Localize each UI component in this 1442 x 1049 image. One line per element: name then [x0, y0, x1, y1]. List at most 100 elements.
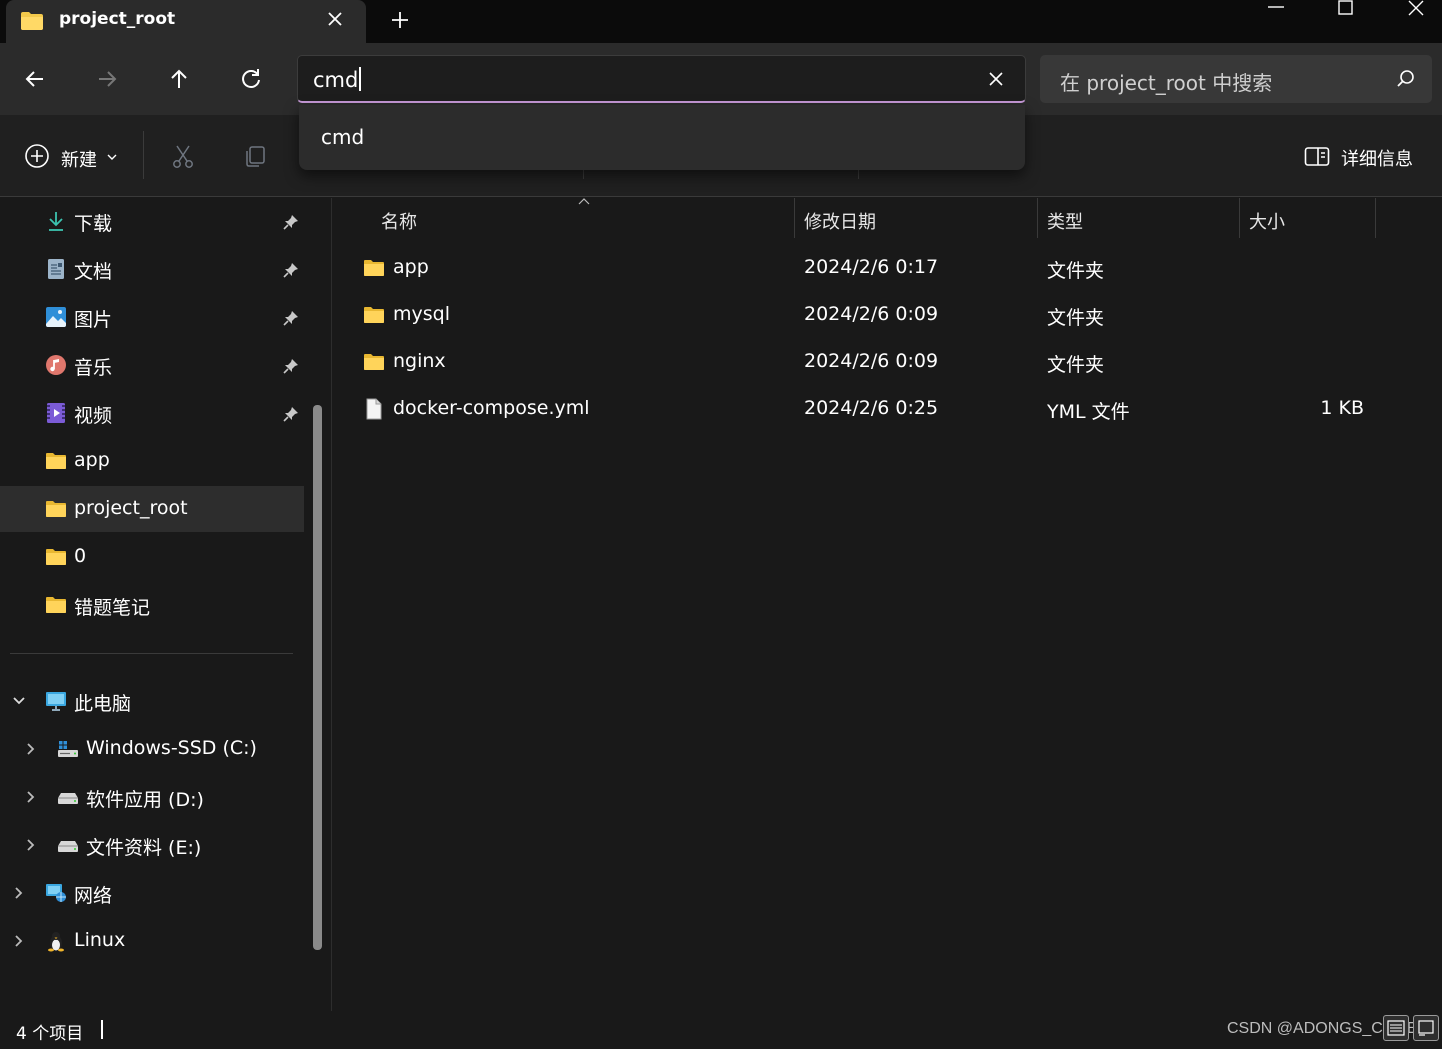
- sidebar-item-notes[interactable]: 错题笔记: [0, 582, 304, 628]
- tiles-view-button[interactable]: [1413, 1015, 1439, 1041]
- address-suggestions-dropdown: cmd: [299, 105, 1025, 170]
- file-date: 2024/2/6 0:09: [804, 303, 939, 325]
- file-size: 1 KB: [1320, 397, 1364, 419]
- pictures-icon: [46, 307, 66, 327]
- folder-icon: [46, 549, 66, 565]
- file-list: 名称 修改日期 类型 大小 app 2024/2/6 0:17 文件夹 mysq…: [333, 198, 1442, 1011]
- chevron-right-icon[interactable]: [24, 790, 38, 804]
- folder-icon: [46, 597, 66, 613]
- download-icon: [49, 212, 63, 231]
- sidebar-item-drive-e[interactable]: 文件资料 (E:): [0, 822, 304, 868]
- sidebar-item-pictures[interactable]: 图片: [0, 294, 304, 340]
- file-date: 2024/2/6 0:25: [804, 397, 939, 419]
- file-type: 文件夹: [1047, 354, 1105, 376]
- address-bar-input[interactable]: cmd: [297, 55, 1026, 103]
- file-row[interactable]: mysql 2024/2/6 0:09 文件夹: [333, 292, 1442, 338]
- sidebar-item-drive-c[interactable]: Windows-SSD (C:): [0, 726, 304, 772]
- search-placeholder[interactable]: 在 project_root 中搜索: [1060, 67, 1272, 96]
- close-window-icon[interactable]: [1400, 0, 1432, 18]
- chevron-right-icon[interactable]: [12, 886, 26, 900]
- cut-icon[interactable]: [170, 143, 196, 169]
- sidebar-item-app[interactable]: app: [0, 438, 304, 484]
- file-row[interactable]: app 2024/2/6 0:17 文件夹: [333, 245, 1442, 291]
- search-box[interactable]: 在 project_root 中搜索: [1040, 55, 1432, 103]
- document-icon: [48, 259, 64, 279]
- address-text[interactable]: cmd: [313, 67, 362, 92]
- copy-icon[interactable]: [242, 143, 268, 169]
- sidebar-item-music[interactable]: 音乐: [0, 342, 304, 388]
- list-view-icon: [1387, 1020, 1405, 1036]
- sidebar-item-label: 网络: [74, 885, 113, 907]
- computer-icon: [46, 692, 66, 711]
- pin-icon[interactable]: [282, 405, 300, 423]
- column-header-date[interactable]: 修改日期: [804, 208, 876, 234]
- column-header-type[interactable]: 类型: [1047, 208, 1083, 234]
- text-caret: [359, 67, 362, 91]
- chevron-right-icon[interactable]: [24, 838, 38, 852]
- sidebar-item-0[interactable]: 0: [0, 534, 304, 580]
- pin-icon[interactable]: [282, 261, 300, 279]
- sidebar-item-project-root[interactable]: project_root: [0, 486, 304, 532]
- sidebar-item-documents[interactable]: 文档: [0, 246, 304, 292]
- sidebar-item-label: 软件应用 (D:): [86, 789, 204, 811]
- search-icon[interactable]: [1396, 69, 1416, 89]
- folder-icon: [364, 260, 384, 276]
- suggestion-item[interactable]: cmd: [321, 125, 364, 149]
- column-divider[interactable]: [1375, 198, 1376, 238]
- sidebar-item-linux[interactable]: Linux: [0, 918, 304, 964]
- column-divider[interactable]: [1037, 198, 1038, 238]
- sidebar-item-videos[interactable]: 视频: [0, 390, 304, 436]
- file-date: 2024/2/6 0:17: [804, 256, 939, 278]
- file-type: YML 文件: [1047, 401, 1130, 423]
- column-header-name[interactable]: 名称: [381, 208, 417, 234]
- pin-icon[interactable]: [282, 309, 300, 327]
- sidebar-item-label: 此电脑: [74, 693, 132, 715]
- status-bar: 4 个项目 CSDN @ADONGS_CODER: [0, 1011, 1442, 1049]
- details-pane-icon: [1304, 147, 1330, 166]
- chevron-right-icon[interactable]: [24, 742, 38, 756]
- folder-icon: [364, 354, 384, 370]
- sidebar-item-downloads[interactable]: 下载: [0, 198, 304, 244]
- column-divider[interactable]: [794, 198, 795, 238]
- new-tab-icon[interactable]: [388, 8, 412, 32]
- title-bar: project_root: [0, 0, 1442, 43]
- refresh-icon[interactable]: [237, 65, 265, 93]
- tab-project-root[interactable]: project_root: [6, 0, 366, 43]
- folder-icon: [364, 307, 384, 323]
- file-row[interactable]: nginx 2024/2/6 0:09 文件夹: [333, 339, 1442, 385]
- back-arrow-icon[interactable]: [21, 65, 49, 93]
- preview-view-icon: [1418, 1020, 1434, 1036]
- close-tab-icon[interactable]: [324, 8, 346, 30]
- clear-address-icon[interactable]: [985, 68, 1007, 90]
- sidebar-item-label: 文档: [74, 261, 113, 283]
- details-view-button[interactable]: [1383, 1015, 1409, 1041]
- maximize-icon[interactable]: [1330, 0, 1362, 18]
- text-caret: [101, 1020, 103, 1039]
- column-header-size[interactable]: 大小: [1249, 208, 1285, 234]
- sidebar-item-label: app: [74, 449, 110, 471]
- file-name: mysql: [393, 303, 450, 325]
- details-pane-label: 详细信息: [1341, 149, 1413, 170]
- sort-ascending-icon: [578, 198, 590, 205]
- navigation-pane: 下载 文档 图片 音乐 视频 app project_root 0 错题笔记 此…: [0, 198, 332, 1011]
- chevron-down-icon[interactable]: [12, 694, 26, 708]
- music-icon: [46, 355, 66, 375]
- sidebar-item-this-pc[interactable]: 此电脑: [0, 678, 304, 724]
- sidebar-item-label: 0: [74, 545, 87, 567]
- minimize-icon[interactable]: [1260, 0, 1292, 18]
- sidebar-item-drive-d[interactable]: 软件应用 (D:): [0, 774, 304, 820]
- sidebar-item-network[interactable]: 网络: [0, 870, 304, 916]
- toolbar-divider: [143, 131, 144, 179]
- folder-icon: [21, 12, 43, 30]
- file-row[interactable]: docker-compose.yml 2024/2/6 0:25 YML 文件 …: [333, 386, 1442, 432]
- pin-icon[interactable]: [282, 357, 300, 375]
- sidebar-scrollbar[interactable]: [313, 405, 322, 950]
- sidebar-item-label: 视频: [74, 405, 113, 427]
- forward-arrow-icon[interactable]: [93, 65, 121, 93]
- pin-icon[interactable]: [282, 213, 300, 231]
- chevron-right-icon[interactable]: [12, 934, 26, 948]
- column-divider[interactable]: [1239, 198, 1240, 238]
- sidebar-item-label: Linux: [74, 929, 126, 951]
- folder-icon: [46, 453, 66, 469]
- up-arrow-icon[interactable]: [165, 65, 193, 93]
